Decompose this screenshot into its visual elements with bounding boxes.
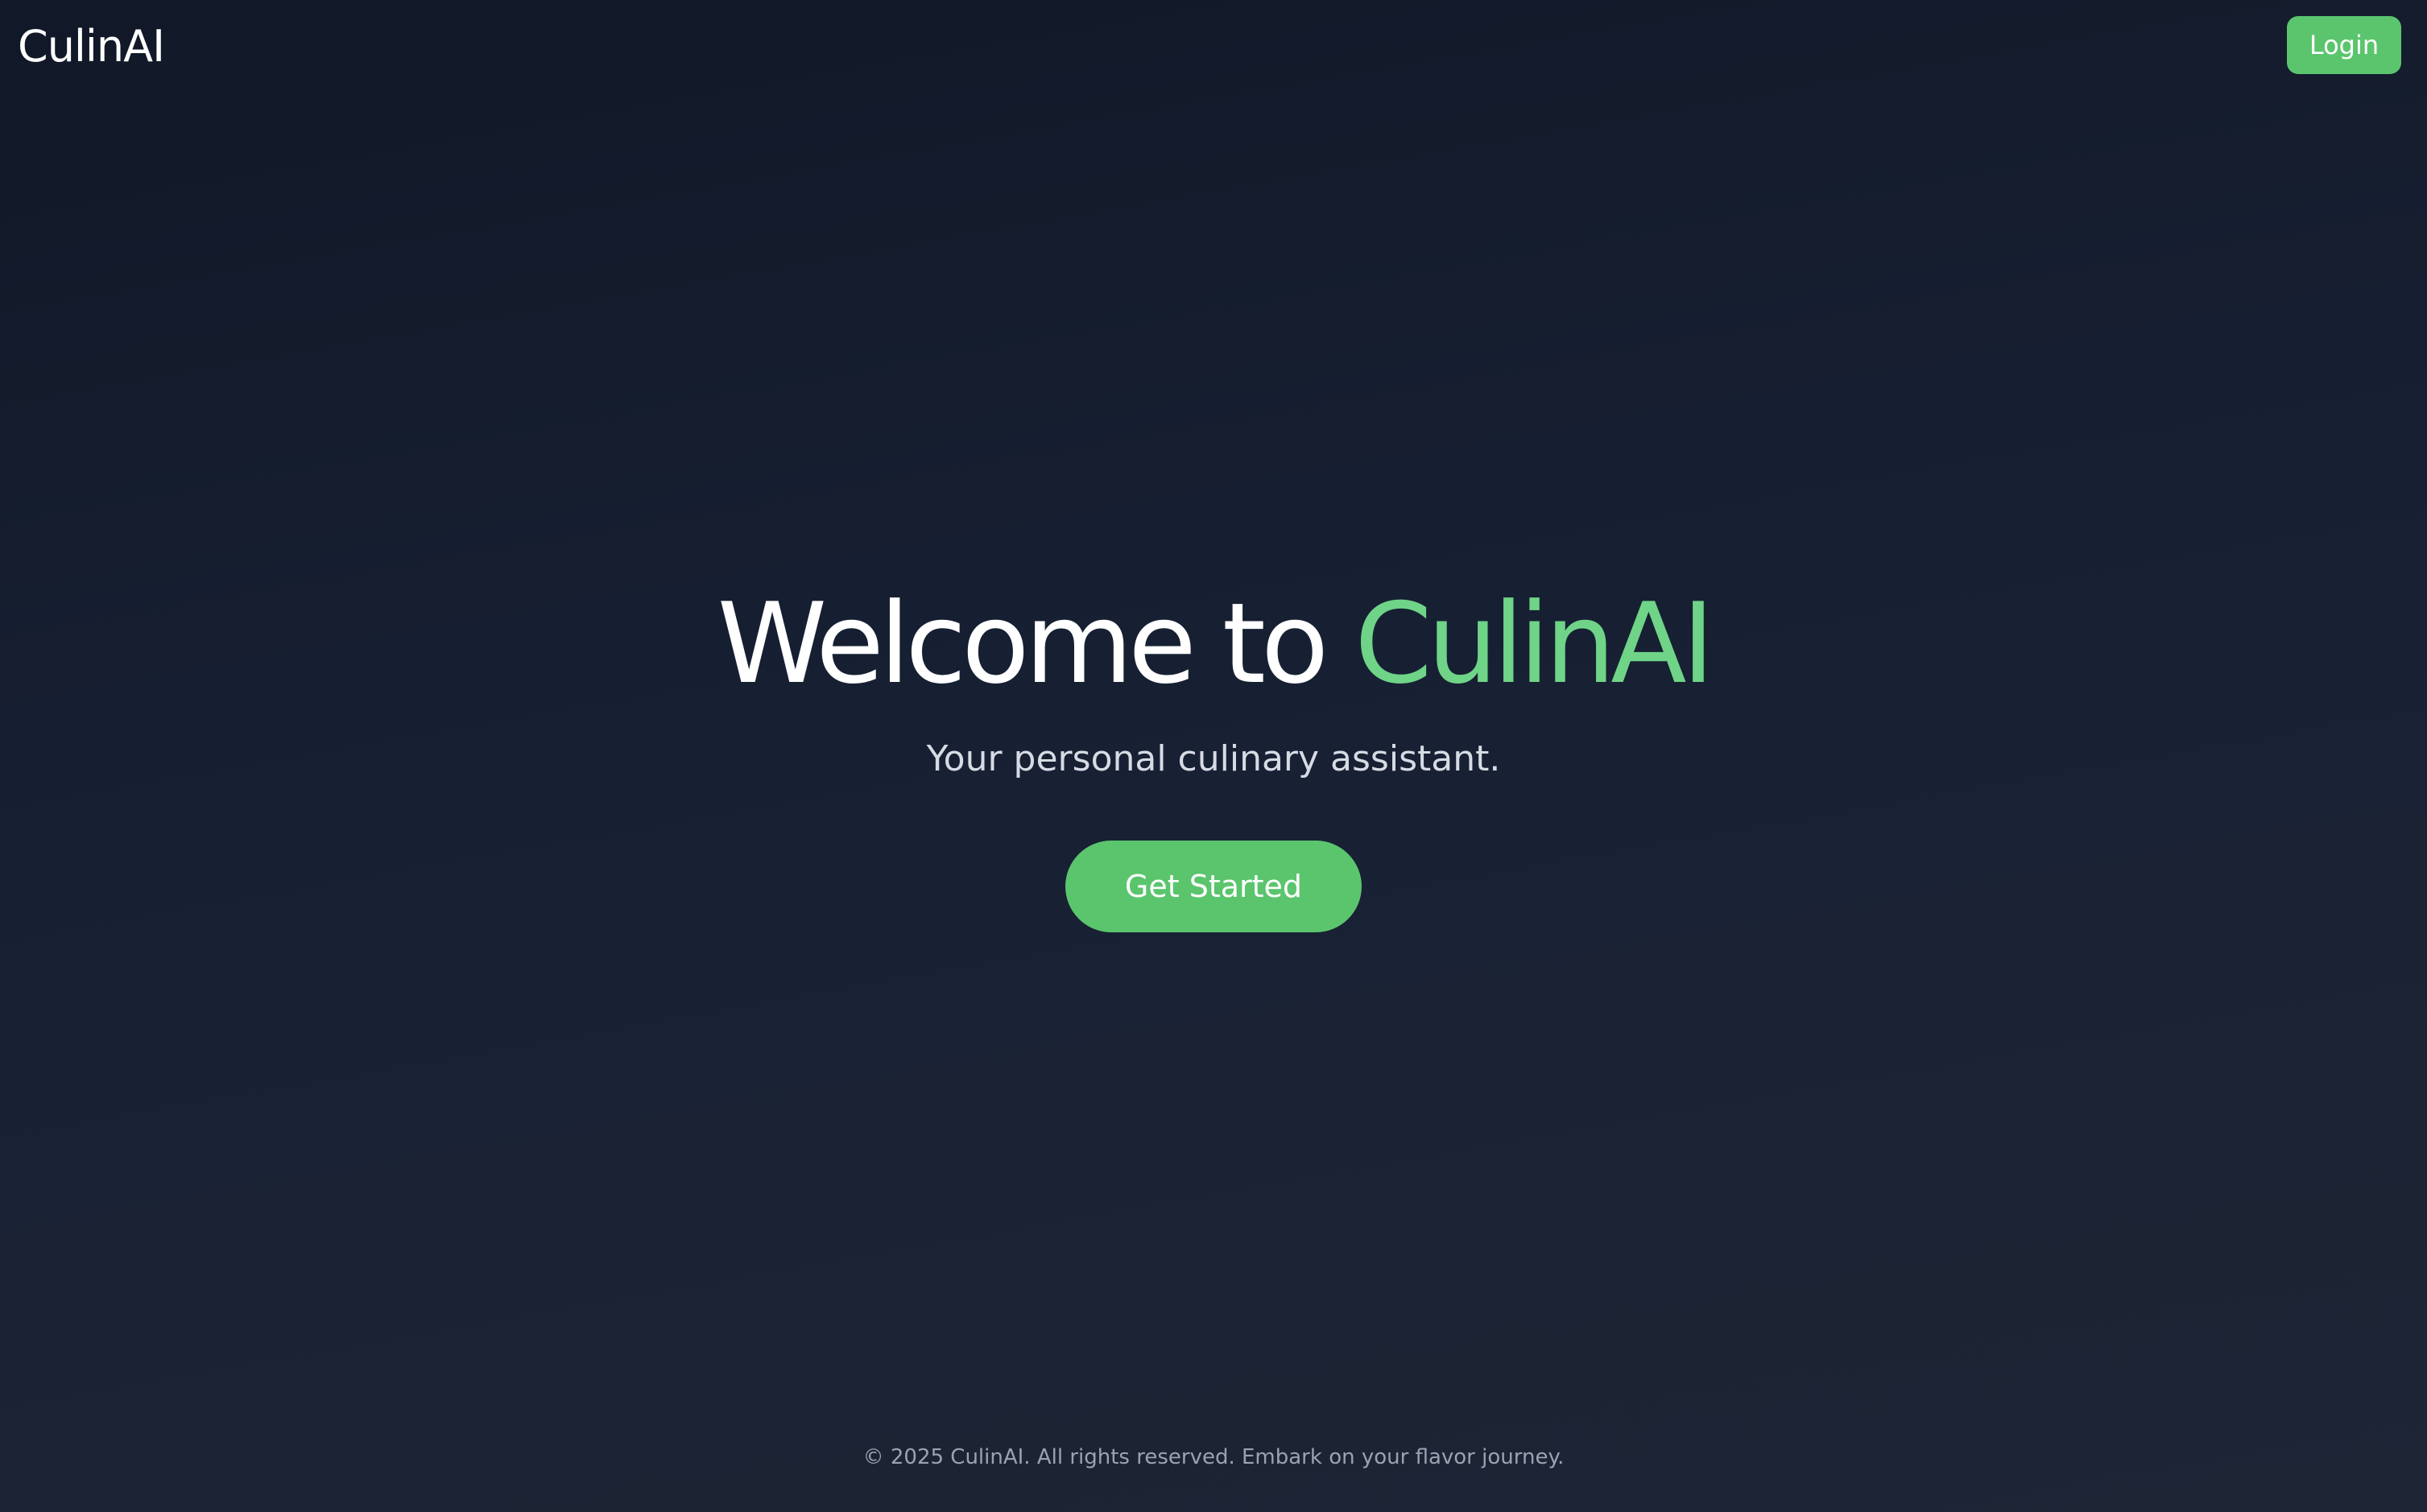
get-started-button[interactable]: Get Started <box>1065 841 1362 932</box>
top-bar: CulinAI Login <box>0 0 2427 92</box>
hero-title: Welcome to CulinAI <box>0 564 2427 725</box>
footer-text: © 2025 CulinAI. All rights reserved. Emb… <box>862 1445 1565 1469</box>
hero-section: Welcome to CulinAI Your personal culinar… <box>0 564 2427 932</box>
login-button[interactable]: Login <box>2287 16 2401 74</box>
logo[interactable]: CulinAI <box>18 18 165 76</box>
hero-title-brand: CulinAI <box>1354 579 1714 708</box>
hero-title-prefix: Welcome to <box>717 579 1355 708</box>
hero-subtitle: Your personal culinary assistant. <box>926 738 1501 779</box>
